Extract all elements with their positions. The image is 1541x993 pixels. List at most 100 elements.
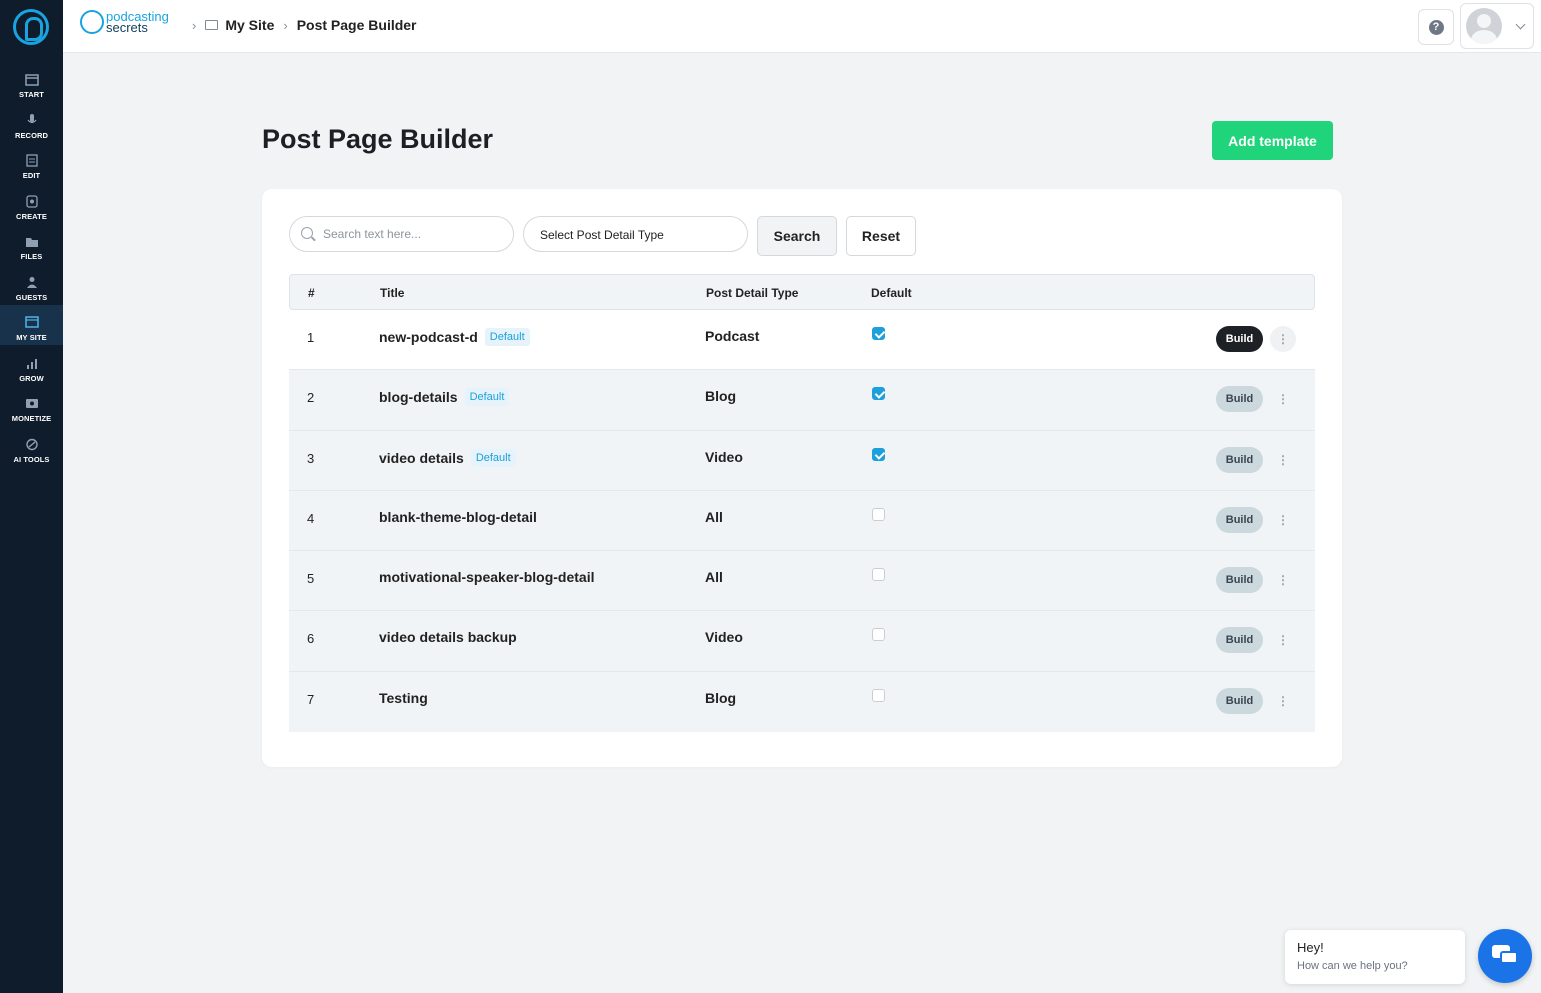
chevron-right-icon: › (283, 17, 288, 33)
default-checkbox[interactable] (872, 628, 885, 642)
help-button[interactable]: ? (1418, 9, 1454, 45)
row-title-text: new-podcast-d (379, 329, 478, 345)
sidebar-item-monetize[interactable]: MONETIZE (0, 386, 63, 426)
ai-icon (25, 438, 38, 451)
default-badge: Default (484, 328, 530, 346)
build-button[interactable]: Build (1216, 326, 1263, 352)
guests-icon (26, 277, 37, 288)
row-number: 4 (307, 510, 315, 526)
sidebar-item-grow[interactable]: GROW (0, 346, 63, 386)
chat-prompt-bubble[interactable]: Hey! How can we help you? (1285, 930, 1465, 984)
row-number: 7 (307, 691, 315, 707)
search-button[interactable]: Search (757, 216, 837, 256)
row-title[interactable]: video details Default (379, 448, 516, 467)
chart-icon (26, 359, 37, 369)
calendar-icon (24, 74, 39, 86)
build-button[interactable]: Build (1216, 687, 1263, 714)
sidebar-item-label: MONETIZE (11, 414, 52, 423)
site-icon (205, 20, 219, 30)
sidebar-item-label: GROW (19, 374, 44, 383)
row-title[interactable]: Testing (379, 690, 428, 706)
sidebar-item-guests[interactable]: GUESTS (0, 265, 63, 305)
build-button[interactable]: Build (1216, 506, 1263, 533)
default-checkbox[interactable] (872, 688, 885, 702)
sidebar-item-start[interactable]: START (0, 62, 63, 102)
default-checkbox[interactable] (872, 507, 885, 521)
breadcrumb-my-site[interactable]: My Site (225, 17, 274, 33)
brand-name-line2: secrets (106, 20, 148, 35)
row-type: Blog (705, 388, 737, 405)
build-button[interactable]: Build (1216, 386, 1263, 413)
more-options-icon[interactable]: ⋮ (1270, 627, 1296, 653)
top-bar: podcasting secrets › My Site › Post Page… (63, 0, 1541, 53)
sidebar-item-record[interactable]: RECORD (0, 103, 63, 143)
row-number: 3 (307, 450, 315, 466)
row-title-text: blog-details (379, 389, 458, 406)
add-template-button[interactable]: Add template (1212, 121, 1333, 160)
templates-table: # Title Post Detail Type Default 1 new-p… (289, 274, 1315, 733)
sidebar-item-edit[interactable]: EDIT (0, 143, 63, 183)
sidebar-item-label: EDIT (22, 171, 41, 180)
row-type: Video (705, 629, 743, 646)
build-button[interactable]: Build (1216, 446, 1263, 473)
search-input[interactable] (323, 225, 503, 243)
chat-icon-back (1500, 951, 1518, 964)
row-number: 2 (307, 390, 315, 406)
table-row: 5 motivational-speaker-blog-detail All B… (289, 551, 1315, 612)
column-header-number: # (308, 286, 315, 300)
default-checkbox[interactable] (872, 568, 885, 582)
build-button[interactable]: Build (1216, 567, 1263, 594)
app-logo-icon[interactable] (13, 9, 49, 45)
more-options-icon[interactable]: ⋮ (1270, 386, 1296, 412)
column-header-title: Title (380, 286, 405, 300)
default-checkbox[interactable] (872, 387, 885, 401)
search-icon (301, 227, 313, 239)
table-row: 4 blank-theme-blog-detail All Build ⋮ (289, 490, 1315, 552)
row-title[interactable]: blog-details Default (379, 388, 510, 407)
post-detail-type-select[interactable]: Select Post Detail Type (523, 216, 748, 252)
build-button[interactable]: Build (1216, 627, 1263, 654)
brand-logo[interactable]: podcasting secrets (80, 10, 169, 34)
table-row: 1 new-podcast-d Default Podcast Build ⋮ (289, 310, 1315, 371)
sidebar-item-label: FILES (20, 252, 43, 261)
row-type: All (705, 569, 723, 586)
more-options-icon[interactable]: ⋮ (1270, 326, 1296, 352)
row-type: Blog (705, 689, 737, 706)
sidebar-item-my-site[interactable]: MY SITE (0, 305, 63, 345)
row-type: Video (705, 448, 743, 465)
page-title: Post Page Builder (262, 124, 494, 154)
search-field[interactable] (289, 216, 514, 252)
reset-button[interactable]: Reset (846, 216, 916, 256)
default-checkbox[interactable] (872, 327, 885, 340)
chat-launcher-button[interactable] (1478, 929, 1532, 983)
row-title[interactable]: blank-theme-blog-detail (379, 509, 537, 525)
row-title-text: video details backup (379, 629, 517, 646)
row-number: 1 (307, 330, 315, 345)
table-row: 6 video details backup Video Build ⋮ (289, 611, 1315, 672)
help-icon: ? (1428, 19, 1444, 35)
row-title[interactable]: new-podcast-d Default (379, 328, 530, 346)
row-number: 5 (307, 571, 315, 587)
create-icon (25, 195, 38, 208)
row-type: All (705, 508, 723, 525)
more-options-icon[interactable]: ⋮ (1270, 567, 1296, 593)
more-options-icon[interactable]: ⋮ (1270, 447, 1296, 473)
sidebar-item-ai-tools[interactable]: AI TOOLS (0, 427, 63, 467)
user-menu-button[interactable] (1460, 3, 1534, 49)
row-title-text: Testing (379, 689, 428, 706)
row-title-text: video details (379, 449, 464, 466)
row-title[interactable]: motivational-speaker-blog-detail (379, 569, 594, 585)
sidebar-item-label: CREATE (16, 212, 47, 221)
sidebar-item-files[interactable]: FILES (0, 224, 63, 264)
brand-mark-icon (80, 10, 104, 34)
row-title[interactable]: video details backup (379, 629, 517, 645)
default-checkbox[interactable] (872, 447, 885, 461)
more-options-icon[interactable]: ⋮ (1270, 507, 1296, 533)
more-options-icon[interactable]: ⋮ (1270, 688, 1296, 714)
avatar (1466, 8, 1502, 44)
files-icon (25, 238, 38, 247)
chevron-down-icon (1515, 19, 1526, 30)
sidebar-item-create[interactable]: CREATE (0, 184, 63, 224)
monetize-icon (25, 399, 38, 408)
default-badge: Default (470, 448, 516, 467)
